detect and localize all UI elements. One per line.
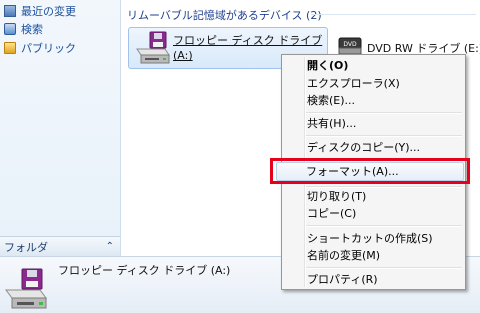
menu-separator [306, 112, 462, 114]
folders-toggle-bar[interactable]: フォルダ ⌃ [0, 236, 120, 256]
menu-separator [306, 186, 462, 188]
nav-item-recent[interactable]: 最近の変更 [4, 3, 76, 19]
recent-places-icon [4, 5, 16, 17]
chevron-up-icon: ⌃ [105, 241, 114, 252]
floppy-drive-icon [136, 31, 170, 64]
annotation-highlight-box [270, 158, 470, 184]
menu-item-create-shortcut[interactable]: ショートカットの作成(S) [307, 231, 433, 247]
public-folder-icon [4, 42, 16, 54]
nav-item-label: 最近の変更 [21, 5, 76, 18]
navigation-pane: 最近の変更 検索 パブリック フォルダ ⌃ [0, 0, 121, 256]
group-divider [311, 14, 476, 15]
menu-item-open[interactable]: 開く(O) [307, 58, 348, 74]
menu-item-cut[interactable]: 切り取り(T) [307, 189, 366, 205]
nav-item-label: 検索 [21, 23, 43, 36]
menu-item-search[interactable]: 検索(E)... [307, 93, 355, 109]
floppy-drive-name: フロッピー ディスク ドライブ [173, 34, 323, 47]
search-folder-icon [4, 23, 16, 35]
menu-separator [306, 225, 462, 227]
details-title: フロッピー ディスク ドライブ (A:) [58, 264, 231, 277]
menu-separator [306, 135, 462, 137]
menu-item-copy-disk[interactable]: ディスクのコピー(Y)... [307, 140, 420, 156]
menu-item-properties[interactable]: プロパティ(R) [307, 272, 378, 288]
group-header-removable[interactable]: リムーバブル記憶域があるデバイス (2) [127, 7, 322, 23]
nav-item-label: パブリック [21, 42, 76, 55]
group-header-label: リムーバブル記憶域があるデバイス (2) [127, 9, 322, 22]
floppy-drive-icon [5, 268, 47, 309]
menu-item-copy[interactable]: コピー(C) [307, 206, 356, 222]
menu-item-explore[interactable]: エクスプローラ(X) [307, 76, 400, 92]
nav-item-search[interactable]: 検索 [4, 21, 43, 37]
svg-text:DVD: DVD [343, 41, 357, 48]
nav-item-public[interactable]: パブリック [4, 40, 76, 56]
menu-item-rename[interactable]: 名前の変更(M) [307, 248, 380, 264]
menu-separator [306, 267, 462, 269]
menu-item-share[interactable]: 共有(H)... [307, 116, 356, 132]
folders-label: フォルダ [4, 240, 48, 254]
